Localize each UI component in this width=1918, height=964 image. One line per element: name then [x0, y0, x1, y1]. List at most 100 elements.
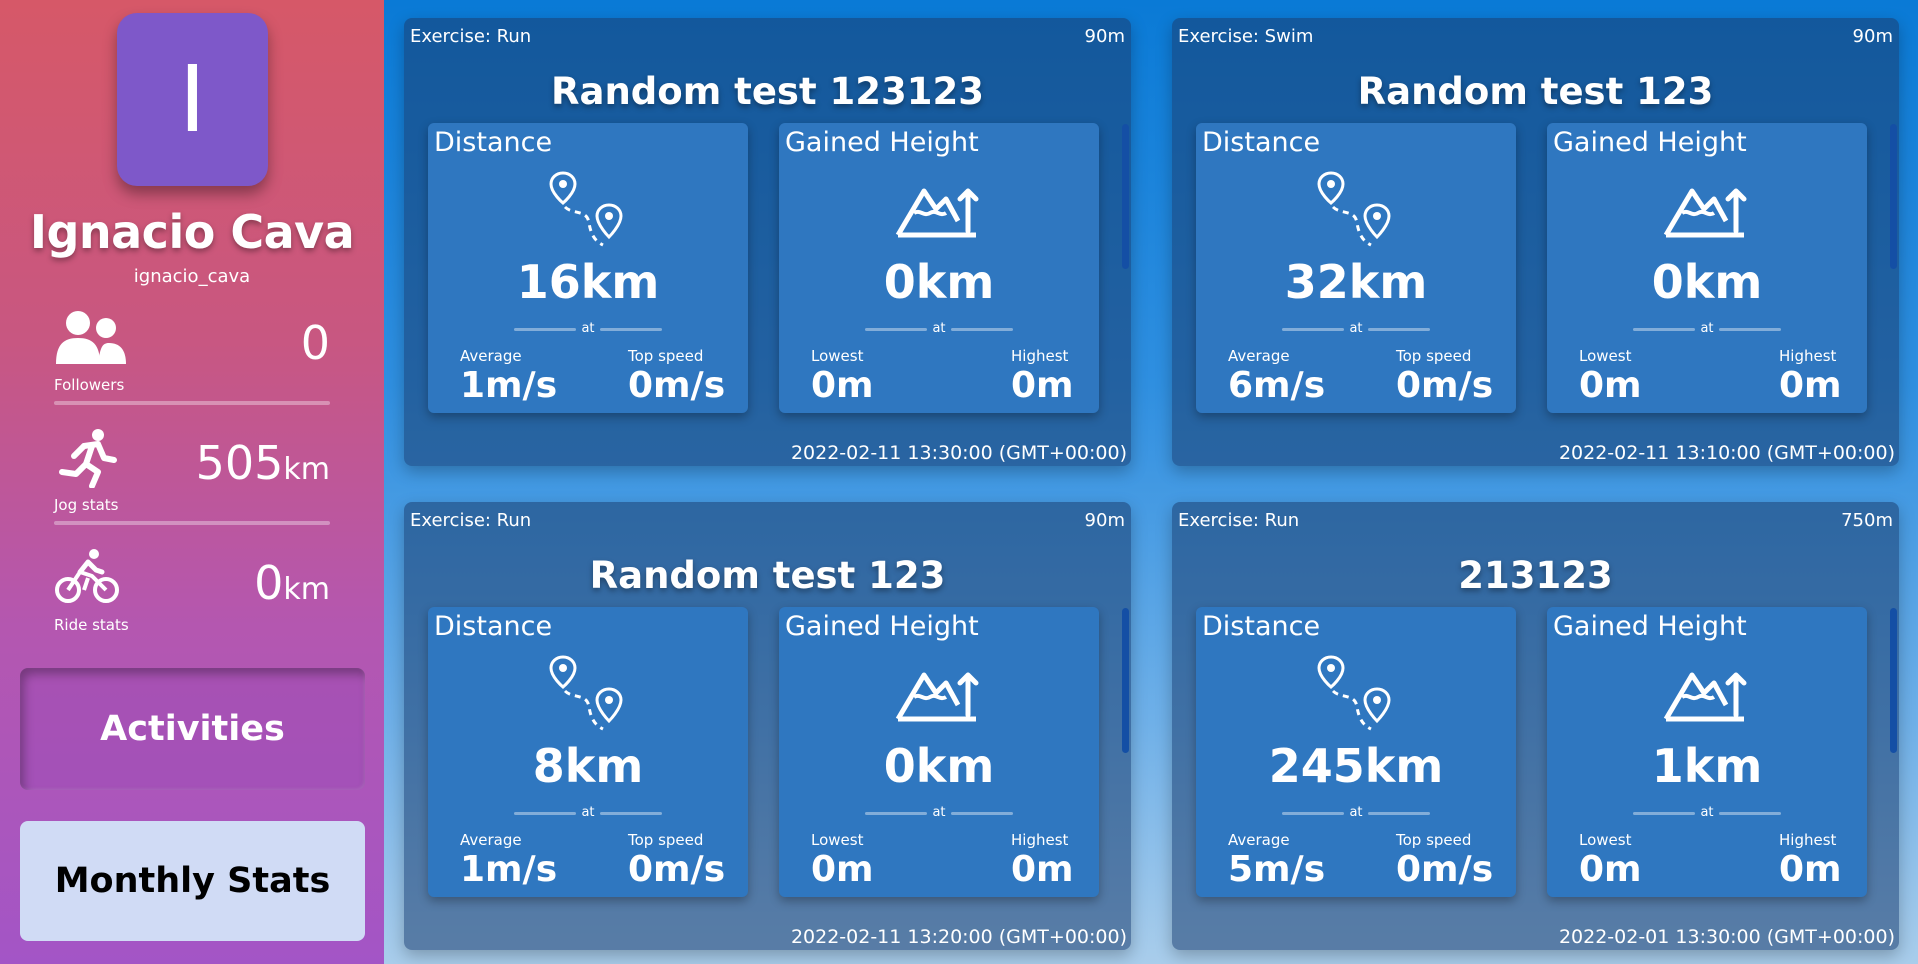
panel-title: Distance: [1202, 611, 1321, 642]
lowest-label: Lowest: [1579, 831, 1632, 849]
activity-title: Random test 123123: [551, 70, 984, 113]
stat-ride: 0km Ride stats: [54, 548, 330, 666]
activity-card[interactable]: Exercise: Swim 90m Random test 123 Dista…: [1172, 18, 1899, 466]
distance-value: 16km: [516, 255, 660, 309]
highest-label: Highest: [1779, 347, 1837, 365]
stat-jog: 505km Jog stats: [54, 428, 330, 546]
gained-height-panel: Gained Height 1km at Lowest 0m Highest 0…: [1547, 607, 1867, 897]
duration: 90m: [1852, 26, 1893, 47]
distance-panel: Distance 8km at Average 1m/s Top speed 0…: [428, 607, 748, 897]
at-separator: at: [865, 805, 1013, 821]
activity-date: 2022-02-11 13:20:00 (GMT+00:00): [790, 926, 1127, 948]
duration: 750m: [1841, 510, 1893, 531]
lowest-label: Lowest: [1579, 347, 1632, 365]
top-speed-label: Top speed: [628, 347, 704, 365]
lowest-value: 0m: [811, 849, 874, 890]
activity-title: 213123: [1458, 554, 1613, 597]
exercise-type: Exercise: Swim: [1178, 26, 1314, 47]
activity-card[interactable]: Exercise: Run 750m 213123 Distance 245km…: [1172, 502, 1899, 950]
panel-title: Distance: [1202, 127, 1321, 158]
panel-title: Distance: [434, 611, 553, 642]
user-handle: ignacio_cava: [133, 266, 251, 287]
activity-date: 2022-02-11 13:30:00 (GMT+00:00): [790, 442, 1127, 464]
panel-title: Gained Height: [1553, 127, 1747, 158]
user-name: Ignacio Cava: [29, 205, 355, 259]
stat-label: Ride stats: [54, 616, 129, 634]
at-separator: at: [865, 321, 1013, 337]
top-speed-value: 0m/s: [1396, 849, 1494, 890]
gained-height-value: 0km: [1651, 255, 1763, 309]
at-separator: at: [1633, 805, 1781, 821]
avatar[interactable]: I: [117, 13, 268, 186]
mountain-up-icon: [895, 672, 979, 722]
top-speed-label: Top speed: [1396, 831, 1472, 849]
cyclist-icon: [55, 549, 119, 603]
at-separator: at: [1282, 321, 1430, 337]
stat-value: 505km: [195, 436, 330, 490]
mountain-up-icon: [1663, 188, 1747, 238]
at-separator: at: [1633, 321, 1781, 337]
panel-title: Gained Height: [785, 127, 979, 158]
average-label: Average: [1228, 347, 1290, 365]
gained-height-panel: Gained Height 0km at Lowest 0m Highest 0…: [779, 123, 1099, 413]
panel-title: Gained Height: [785, 611, 979, 642]
divider: [54, 521, 330, 525]
mountain-up-icon: [895, 188, 979, 238]
distance-panel: Distance 245km at Average 5m/s Top speed…: [1196, 607, 1516, 897]
followers-icon: [56, 311, 126, 364]
highest-value: 0m: [1779, 365, 1842, 406]
activity-date: 2022-02-01 13:30:00 (GMT+00:00): [1558, 926, 1895, 948]
lowest-value: 0m: [1579, 849, 1642, 890]
activity-card[interactable]: Exercise: Run 90m Random test 123123 Dis…: [404, 18, 1131, 466]
gained-height-value: 0km: [883, 739, 995, 793]
card-scrollbar[interactable]: [1122, 608, 1129, 753]
route-pins-icon: [1317, 171, 1391, 247]
stat-value: 0: [300, 316, 330, 370]
lowest-label: Lowest: [811, 347, 864, 365]
card-scrollbar[interactable]: [1890, 608, 1897, 753]
activity-title: Random test 123: [589, 554, 946, 597]
monthly-stats-button[interactable]: Monthly Stats: [20, 821, 365, 941]
card-scrollbar[interactable]: [1122, 124, 1129, 269]
exercise-type: Exercise: Run: [410, 510, 532, 531]
lowest-value: 0m: [1579, 365, 1642, 406]
distance-value: 32km: [1284, 255, 1428, 309]
highest-label: Highest: [1011, 831, 1069, 849]
average-value: 5m/s: [1228, 849, 1326, 890]
average-label: Average: [1228, 831, 1290, 849]
stat-followers: 0 Followers: [54, 308, 330, 426]
card-scrollbar[interactable]: [1890, 124, 1897, 269]
gained-height-value: 0km: [883, 255, 995, 309]
top-speed-label: Top speed: [628, 831, 704, 849]
highest-label: Highest: [1779, 831, 1837, 849]
top-speed-value: 0m/s: [628, 365, 726, 406]
at-separator: at: [1282, 805, 1430, 821]
activity-date: 2022-02-11 13:10:00 (GMT+00:00): [1558, 442, 1895, 464]
highest-value: 0m: [1011, 365, 1074, 406]
exercise-type: Exercise: Run: [1178, 510, 1300, 531]
route-pins-icon: [549, 171, 623, 247]
exercise-type: Exercise: Run: [410, 26, 532, 47]
route-pins-icon: [1317, 655, 1391, 731]
gained-height-value: 1km: [1651, 739, 1763, 793]
average-value: 6m/s: [1228, 365, 1326, 406]
panel-title: Gained Height: [1553, 611, 1747, 642]
activity-card[interactable]: Exercise: Run 90m Random test 123 Distan…: [404, 502, 1131, 950]
top-speed-value: 0m/s: [1396, 365, 1494, 406]
at-separator: at: [514, 321, 662, 337]
distance-value: 245km: [1268, 739, 1444, 793]
activities-feed[interactable]: Exercise: Run 90m Random test 123123 Dis…: [384, 0, 1918, 964]
top-speed-label: Top speed: [1396, 347, 1472, 365]
sidebar: I Ignacio Cava ignacio_cava 0 Followers …: [0, 0, 384, 964]
lowest-value: 0m: [811, 365, 874, 406]
stat-label: Followers: [54, 376, 125, 394]
lowest-label: Lowest: [811, 831, 864, 849]
divider: [54, 401, 330, 405]
average-label: Average: [460, 347, 522, 365]
highest-label: Highest: [1011, 347, 1069, 365]
at-separator: at: [514, 805, 662, 821]
highest-value: 0m: [1011, 849, 1074, 890]
duration: 90m: [1084, 510, 1125, 531]
stat-value: 0km: [254, 556, 330, 610]
activities-button[interactable]: Activities: [20, 668, 365, 790]
